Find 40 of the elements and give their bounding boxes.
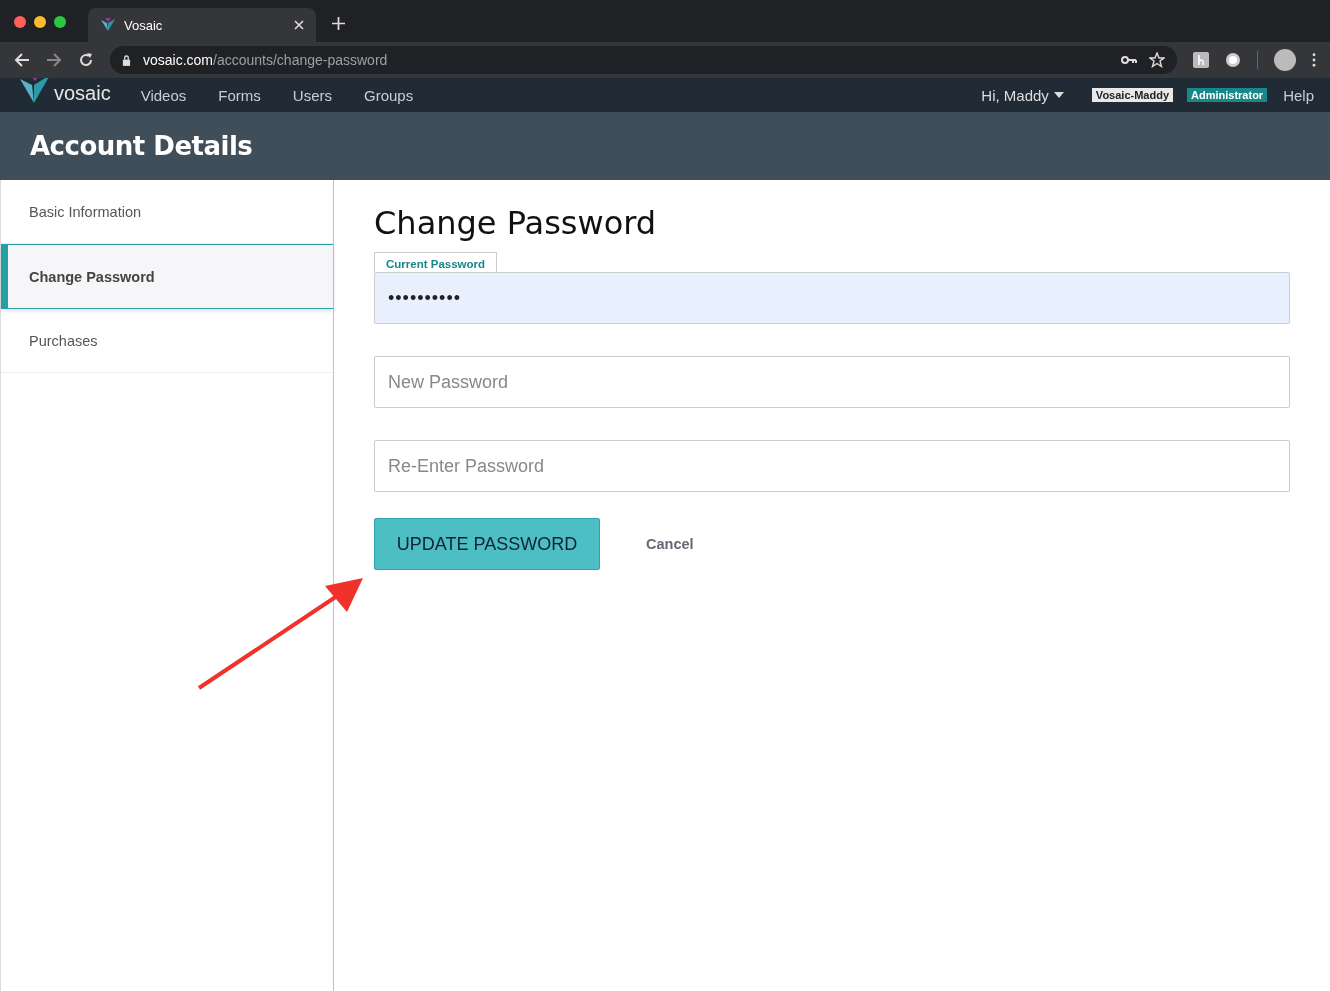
nav-link[interactable]: Videos (140, 86, 187, 104)
close-window-dot[interactable] (14, 16, 26, 28)
badge: Vosaic-Maddy (1091, 88, 1173, 102)
new-tab-icon[interactable] (332, 17, 345, 30)
more-icon[interactable] (1312, 53, 1316, 67)
lock-icon (122, 54, 131, 66)
logo-icon (100, 17, 116, 33)
caret-icon (1053, 92, 1064, 98)
update-password-button[interactable]: UPDATE PASSWORD (374, 518, 600, 570)
maximize-window-dot[interactable] (54, 16, 66, 28)
url-text: vosaic.com/accounts/change-password (143, 52, 388, 68)
logo-icon (20, 78, 50, 105)
logo-text[interactable]: vosaic (54, 82, 111, 105)
record-icon[interactable] (1225, 52, 1241, 68)
avatar[interactable] (1274, 49, 1296, 71)
nav-link[interactable]: Groups (363, 86, 414, 104)
tab-title: Vosaic (124, 17, 164, 33)
sidebar-item[interactable]: Purchases (1, 309, 333, 373)
forward-arrow-icon[interactable] (46, 52, 62, 68)
address-bar[interactable]: vosaic.com/accounts/change-password (110, 46, 1177, 74)
form-title: Change Password (374, 204, 658, 242)
password-field[interactable]: New Password (374, 356, 1290, 408)
password-field[interactable]: Re-Enter Password (374, 440, 1290, 492)
back-arrow-icon[interactable] (14, 52, 30, 68)
page-title: Account Details (30, 131, 253, 161)
reload-icon[interactable] (78, 52, 94, 68)
close-icon[interactable] (294, 20, 304, 30)
field-label: Current Password (374, 252, 498, 272)
key-icon[interactable] (1121, 55, 1137, 65)
nav-link[interactable]: Users (292, 86, 332, 104)
sidebar-item[interactable]: Change Password (1, 244, 333, 309)
cancel-link[interactable]: Cancel (646, 536, 694, 552)
password-field[interactable]: •••••••••• (374, 272, 1290, 324)
badge: Administrator (1187, 88, 1268, 102)
minimize-window-dot[interactable] (34, 16, 46, 28)
browser-tab[interactable]: Vosaic (88, 8, 316, 42)
help-link[interactable]: Help (1283, 86, 1314, 104)
nav-link[interactable]: Forms (218, 86, 261, 104)
star-icon[interactable] (1149, 52, 1165, 68)
user-menu[interactable]: Hi, Maddy (981, 86, 1064, 104)
